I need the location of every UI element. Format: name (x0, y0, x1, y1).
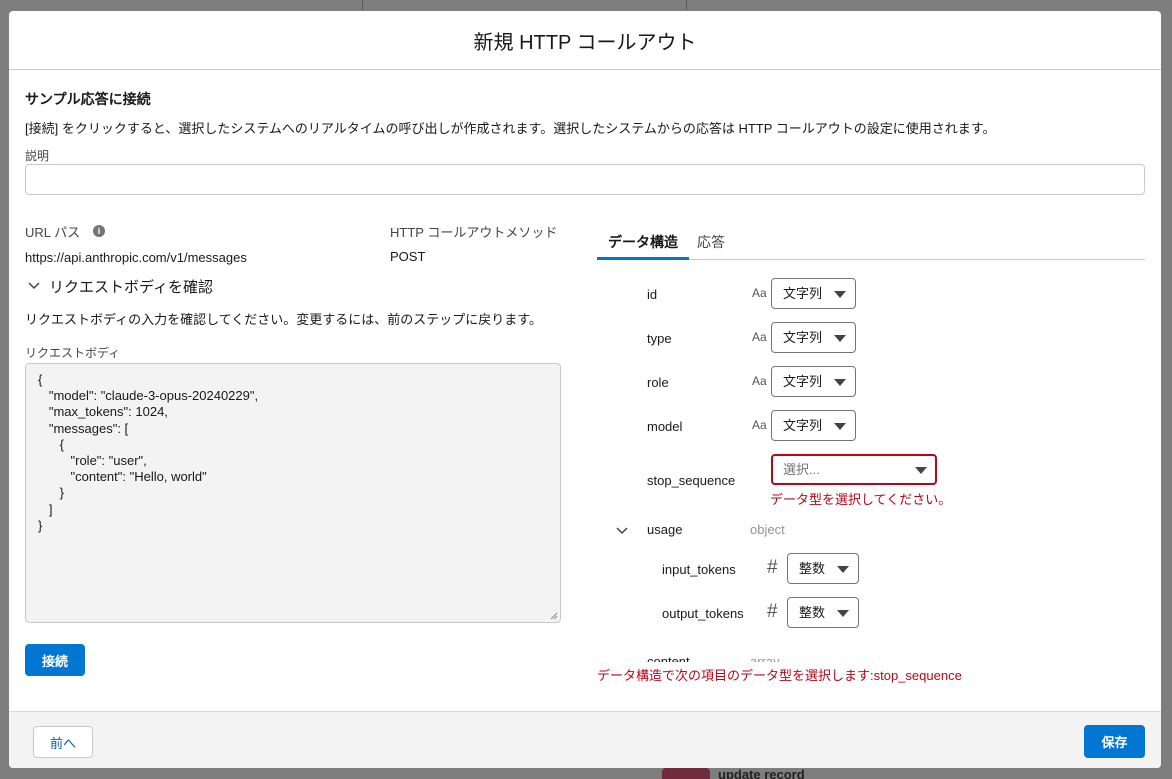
number-type-icon: # (767, 557, 778, 578)
select-value: 整数 (799, 605, 826, 620)
back-button[interactable]: 前へ (33, 726, 93, 758)
review-request-body-toggle[interactable]: リクエストボディを確認 (49, 276, 213, 297)
clipped-field-row: content array (609, 654, 809, 662)
select-value: 文字列 (783, 418, 823, 433)
text-type-icon: Aa (752, 374, 767, 388)
modal-header: 新規 HTTP コールアウト (9, 11, 1161, 70)
usage-kind: object (750, 522, 785, 537)
background-divider (686, 0, 687, 10)
data-type-select-model[interactable]: 文字列 (771, 410, 856, 441)
select-value: 整数 (799, 561, 826, 576)
data-type-select-type[interactable]: 文字列 (771, 322, 856, 353)
select-value: 文字列 (783, 286, 823, 301)
tab-response[interactable]: 応答 (686, 232, 736, 260)
data-type-select-role[interactable]: 文字列 (771, 366, 856, 397)
text-type-icon: Aa (752, 286, 767, 300)
url-path-value: https://api.anthropic.com/v1/messages (25, 250, 247, 265)
http-callout-modal: 新規 HTTP コールアウト サンプル応答に接続 [接続] をクリックすると、選… (9, 11, 1161, 768)
content-kind: array (750, 654, 780, 662)
field-name-type: type (647, 331, 672, 346)
background-record-label: update record (718, 768, 805, 779)
field-name-content: content (647, 654, 690, 662)
data-type-select-id[interactable]: 文字列 (771, 278, 856, 309)
text-type-icon: Aa (752, 330, 767, 344)
caret-down-icon (834, 291, 846, 298)
text-type-icon: Aa (752, 418, 767, 432)
caret-down-icon (834, 379, 846, 386)
review-hint: リクエストボディの入力を確認してください。変更するには、前のステップに戻ります。 (25, 312, 543, 327)
section-description: [接続] をクリックすると、選択したシステムへのリアルタイムの呼び出しが作成され… (25, 121, 996, 136)
modal-body: サンプル応答に接続 [接続] をクリックすると、選択したシステムへのリアルタイム… (9, 71, 1161, 711)
resize-grip-icon[interactable] (550, 612, 558, 620)
field-name-role: role (647, 375, 669, 390)
data-type-select-output-tokens[interactable]: 整数 (787, 597, 859, 628)
description-input[interactable] (25, 164, 1145, 195)
section-heading: サンプル応答に接続 (25, 91, 151, 107)
background-divider (362, 0, 363, 10)
select-value: 文字列 (783, 374, 823, 389)
caret-down-icon (837, 566, 849, 573)
caret-down-icon (834, 423, 846, 430)
field-name-id: id (647, 287, 658, 302)
structure-tabs: データ構造 応答 (597, 230, 1145, 260)
stop-sequence-error: データ型を選択してください。 (770, 492, 952, 507)
url-path-label: URL パス (25, 225, 81, 240)
record-icon (662, 768, 710, 779)
caret-down-icon (837, 610, 849, 617)
chevron-down-icon[interactable] (27, 279, 41, 293)
select-value: 文字列 (783, 330, 823, 345)
field-name-usage: usage (647, 522, 683, 537)
field-name-stop-sequence: stop_sequence (647, 473, 736, 488)
http-method-label: HTTP コールアウトメソッド (390, 225, 558, 240)
http-method-value: POST (390, 249, 426, 264)
field-name-input-tokens: input_tokens (662, 562, 736, 577)
info-icon[interactable]: i (93, 225, 105, 237)
chevron-down-icon[interactable] (615, 524, 629, 538)
caret-down-icon (834, 335, 846, 342)
structure-error-message: データ構造で次の項目のデータ型を選択します:stop_sequence (597, 668, 962, 683)
number-type-icon: # (767, 601, 778, 622)
request-body-label: リクエストボディ (25, 346, 121, 360)
connect-button[interactable]: 接続 (25, 644, 85, 676)
modal-footer: 前へ 保存 (9, 711, 1161, 768)
field-name-model: model (647, 419, 683, 434)
tab-data-structure[interactable]: データ構造 (597, 232, 689, 260)
data-type-select-input-tokens[interactable]: 整数 (787, 553, 859, 584)
background-record-node: update record (662, 768, 962, 779)
modal-title: 新規 HTTP コールアウト (473, 31, 697, 54)
request-body-textarea[interactable]: { "model": "claude-3-opus-20240229", "ma… (25, 363, 561, 623)
data-type-select-stop-sequence[interactable]: 選択... (771, 454, 937, 485)
select-placeholder: 選択... (783, 462, 820, 477)
field-name-output-tokens: output_tokens (662, 606, 744, 621)
description-label: 説明 (25, 149, 50, 163)
request-body-content: { "model": "claude-3-opus-20240229", "ma… (38, 372, 259, 533)
save-button[interactable]: 保存 (1084, 725, 1145, 758)
caret-down-icon (915, 467, 927, 474)
